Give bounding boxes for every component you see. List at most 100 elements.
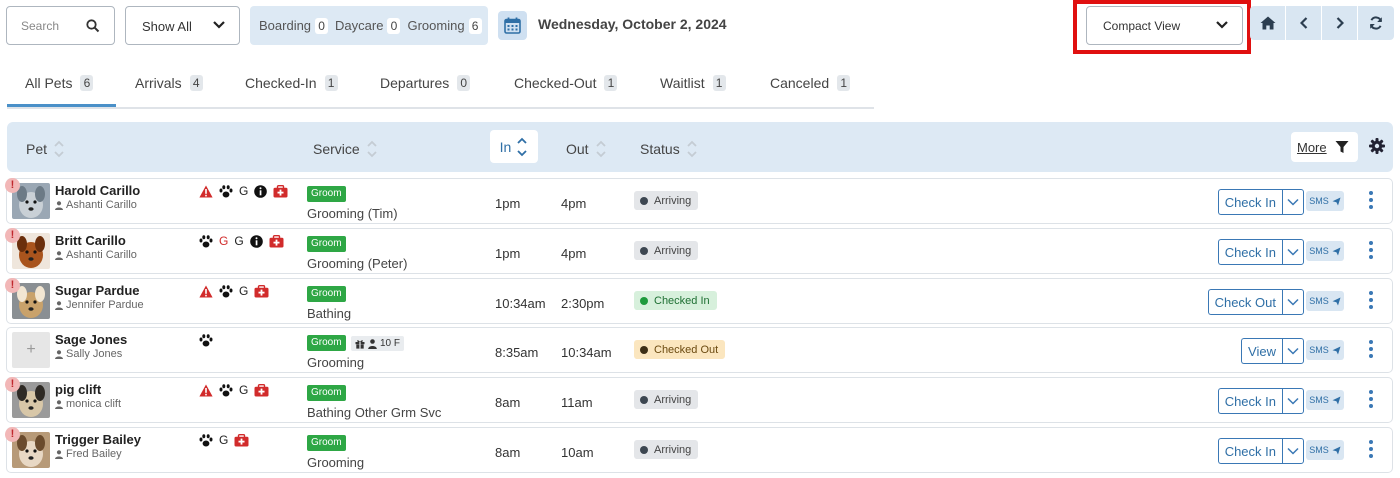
check-in-button[interactable]: Check In bbox=[1217, 239, 1282, 265]
more-filter-button[interactable]: More bbox=[1291, 132, 1358, 162]
user-icon bbox=[55, 399, 63, 409]
check-in-button[interactable]: Check In bbox=[1217, 189, 1282, 215]
column-status[interactable]: Status bbox=[640, 139, 698, 159]
alert-badge[interactable]: ! bbox=[5, 427, 20, 442]
send-icon bbox=[1332, 396, 1341, 404]
row-action-group: Check In bbox=[1217, 189, 1304, 215]
table-row[interactable]: ! Britt Carillo Ashanti Carillo G G Groom Groo… bbox=[5, 228, 1393, 274]
service-counts: Boarding 0 Daycare 0 Grooming 6 bbox=[250, 6, 488, 45]
pet-alert-icons: G bbox=[199, 432, 255, 448]
more-options-icon[interactable] bbox=[1368, 191, 1374, 213]
action-dropdown-toggle[interactable] bbox=[1282, 438, 1304, 464]
tab-all-pets[interactable]: All Pets 6 bbox=[7, 67, 116, 107]
view-button[interactable]: View bbox=[1241, 338, 1282, 364]
user-icon bbox=[55, 449, 63, 459]
pet-name[interactable]: Britt Carillo bbox=[55, 233, 126, 248]
table-row[interactable]: ! Sugar Pardue Jennifer Pardue G Groom Bathin… bbox=[5, 278, 1393, 324]
tab-checked-out[interactable]: Checked-Out 1 bbox=[514, 67, 618, 107]
column-in[interactable]: In bbox=[490, 130, 538, 163]
sms-button[interactable]: SMS bbox=[1306, 241, 1344, 261]
check-in-button[interactable]: Check In bbox=[1217, 438, 1282, 464]
service-name: Bathing Other Grm Svc bbox=[307, 405, 442, 420]
tab-arrivals[interactable]: Arrivals 4 bbox=[135, 67, 203, 107]
more-options-icon[interactable] bbox=[1368, 440, 1374, 462]
tab-waitlist[interactable]: Waitlist 1 bbox=[660, 67, 726, 107]
check-out-button[interactable]: Check Out bbox=[1207, 289, 1282, 315]
more-options-icon[interactable] bbox=[1368, 390, 1374, 412]
alert-badge[interactable]: ! bbox=[5, 278, 20, 293]
check-out-time: 2:30pm bbox=[561, 296, 605, 311]
owner-name[interactable]: Ashanti Carillo bbox=[55, 249, 137, 261]
boarding-count[interactable]: Boarding 0 bbox=[259, 17, 329, 34]
grooming-count[interactable]: Grooming 6 bbox=[407, 17, 482, 34]
column-service[interactable]: Service bbox=[313, 139, 378, 159]
grooming-letter: G bbox=[219, 234, 229, 248]
service-tag: Groom bbox=[307, 236, 346, 252]
owner-name[interactable]: Fred Bailey bbox=[55, 448, 122, 460]
tab-checked-in[interactable]: Checked-In 1 bbox=[245, 67, 338, 107]
alert-badge[interactable]: ! bbox=[5, 228, 20, 243]
owner-name[interactable]: Jennifer Pardue bbox=[55, 299, 144, 311]
refresh-button[interactable] bbox=[1358, 6, 1394, 40]
home-button[interactable] bbox=[1250, 6, 1286, 40]
sms-button[interactable]: SMS bbox=[1306, 291, 1344, 311]
tab-canceled[interactable]: Canceled 1 bbox=[770, 67, 851, 107]
gear-icon[interactable] bbox=[1369, 138, 1385, 154]
calendar-button[interactable] bbox=[498, 11, 527, 40]
next-day-button[interactable] bbox=[1322, 6, 1358, 40]
paw-icon bbox=[199, 433, 213, 446]
pet-name[interactable]: Sugar Pardue bbox=[55, 283, 140, 298]
send-icon bbox=[1332, 247, 1341, 255]
sms-button[interactable]: SMS bbox=[1306, 440, 1344, 460]
table-row[interactable]: ! pig clift monica clift G Groom Bathing Othe… bbox=[5, 377, 1393, 423]
previous-day-button[interactable] bbox=[1286, 6, 1322, 40]
date-navigation bbox=[1250, 6, 1394, 40]
action-dropdown-toggle[interactable] bbox=[1282, 338, 1304, 364]
row-action-group: Check In bbox=[1217, 438, 1304, 464]
table-row[interactable]: ! Trigger Bailey Fred Bailey G Groom Grooming… bbox=[5, 427, 1393, 473]
show-all-dropdown[interactable]: Show All bbox=[125, 6, 240, 45]
view-mode-dropdown[interactable]: Compact View bbox=[1086, 6, 1243, 45]
column-pet[interactable]: Pet bbox=[26, 139, 65, 159]
owner-name[interactable]: Ashanti Carillo bbox=[55, 199, 137, 211]
sms-button[interactable]: SMS bbox=[1306, 390, 1344, 410]
tab-departures[interactable]: Departures 0 bbox=[380, 67, 471, 107]
paw-icon bbox=[219, 184, 233, 197]
table-row[interactable]: + Sage Jones Sally Jones Groom 10 F Grooming 8… bbox=[6, 327, 1393, 373]
pet-photo-placeholder[interactable]: + bbox=[12, 332, 50, 368]
check-in-button[interactable]: Check In bbox=[1217, 388, 1282, 414]
search-icon[interactable] bbox=[86, 19, 100, 33]
more-options-icon[interactable] bbox=[1368, 340, 1374, 362]
table-row[interactable]: ! Harold Carillo Ashanti Carillo G Groom Groo… bbox=[5, 178, 1393, 224]
pet-name[interactable]: Trigger Bailey bbox=[55, 432, 141, 447]
paw-icon bbox=[199, 234, 213, 247]
pet-name[interactable]: pig clift bbox=[55, 382, 101, 397]
action-dropdown-toggle[interactable] bbox=[1282, 239, 1304, 265]
column-out[interactable]: Out bbox=[566, 139, 607, 159]
action-dropdown-toggle[interactable] bbox=[1282, 289, 1304, 315]
owner-name[interactable]: Sally Jones bbox=[55, 348, 122, 360]
chevron-down-icon bbox=[1287, 447, 1299, 455]
alert-badge[interactable]: ! bbox=[5, 178, 20, 193]
medical-icon bbox=[273, 184, 288, 197]
sms-button[interactable]: SMS bbox=[1306, 191, 1344, 211]
sort-icon bbox=[367, 140, 377, 158]
pet-name[interactable]: Harold Carillo bbox=[55, 183, 140, 198]
pet-alert-icons: GG bbox=[199, 233, 290, 249]
more-options-icon[interactable] bbox=[1368, 291, 1374, 313]
more-options-icon[interactable] bbox=[1368, 241, 1374, 263]
check-in-time: 8am bbox=[495, 445, 521, 460]
daycare-count[interactable]: Daycare 0 bbox=[335, 17, 401, 34]
info-icon bbox=[254, 184, 268, 198]
action-dropdown-toggle[interactable] bbox=[1282, 388, 1304, 414]
service-name: Grooming (Tim) bbox=[307, 206, 398, 221]
owner-name[interactable]: monica clift bbox=[55, 398, 121, 410]
pet-alert-icons: G bbox=[199, 183, 294, 199]
status-badge: Arriving bbox=[634, 390, 699, 409]
search-input[interactable]: Search bbox=[6, 6, 115, 45]
alert-badge[interactable]: ! bbox=[5, 377, 20, 392]
sms-button[interactable]: SMS bbox=[1306, 340, 1344, 360]
action-dropdown-toggle[interactable] bbox=[1282, 189, 1304, 215]
medical-icon bbox=[254, 284, 269, 297]
pet-name[interactable]: Sage Jones bbox=[55, 332, 127, 347]
